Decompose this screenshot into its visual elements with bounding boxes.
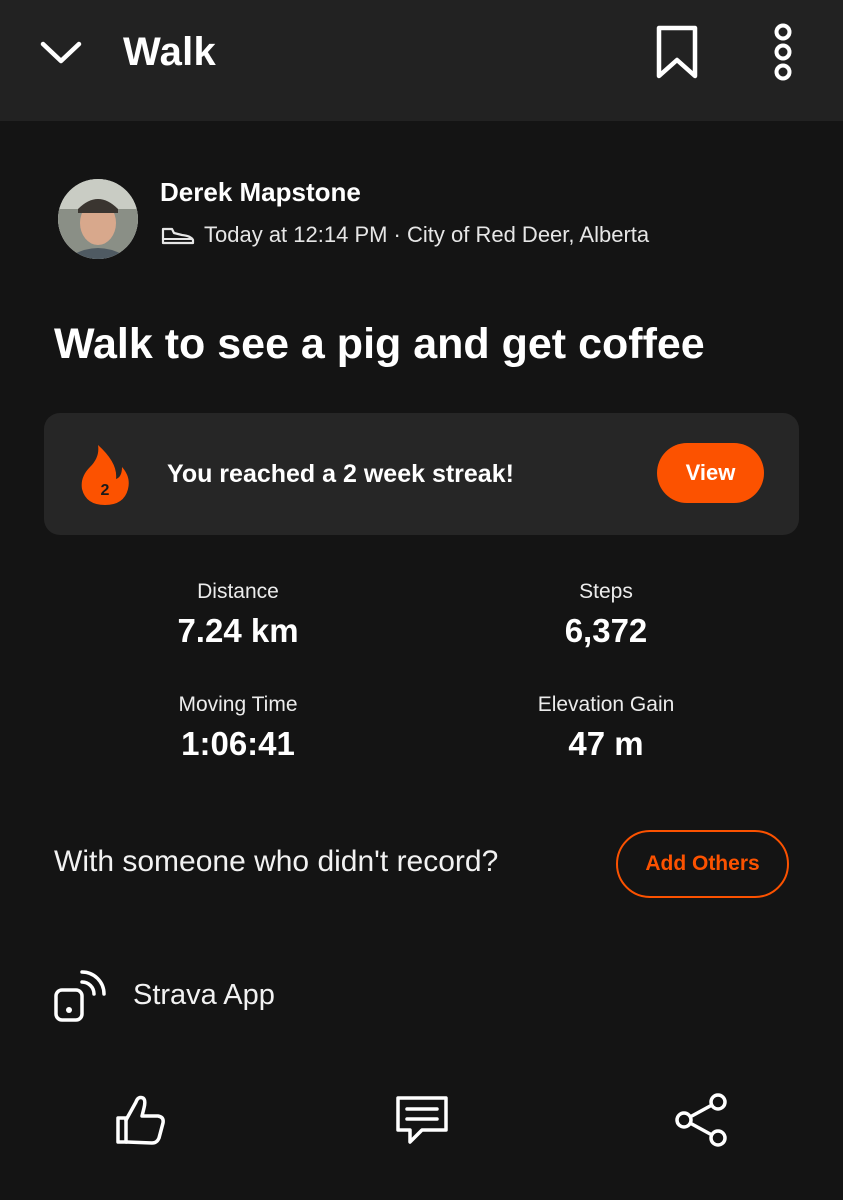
more-vertical-icon[interactable]: [766, 22, 800, 82]
stat-elevation-gain: Elevation Gain 47 m: [436, 693, 776, 763]
kudos-thumbs-up-icon[interactable]: [110, 1090, 170, 1150]
stat-value: 6,372: [564, 612, 648, 649]
shoe-icon: [161, 227, 195, 245]
athlete-name[interactable]: Derek Mapstone: [160, 177, 361, 208]
avatar[interactable]: [58, 179, 138, 259]
stat-label: Distance: [197, 580, 279, 603]
device-name: Strava App: [133, 979, 275, 1011]
page-title: Walk: [123, 30, 217, 74]
stat-value: 7.24 km: [177, 612, 299, 649]
streak-count: 2: [101, 482, 110, 499]
share-icon[interactable]: [672, 1090, 732, 1150]
view-streak-button[interactable]: View: [657, 443, 764, 503]
stat-value: 47 m: [568, 725, 644, 762]
stat-steps: Steps 6,372: [436, 580, 776, 650]
chevron-down-icon[interactable]: [38, 34, 84, 70]
add-others-prompt: With someone who didn't record?: [54, 845, 499, 878]
stat-moving-time: Moving Time 1:06:41: [68, 693, 408, 763]
streak-card: 2 You reached a 2 week streak! View: [44, 413, 799, 535]
activity-meta-text: Today at 12:14 PM · City of Red Deer, Al…: [204, 222, 650, 247]
add-others-button[interactable]: Add Others: [616, 830, 789, 898]
top-app-bar: Walk: [0, 0, 843, 121]
device-signal-icon: [54, 970, 106, 1022]
stat-label: Elevation Gain: [537, 693, 675, 716]
activity-meta: Today at 12:14 PM · City of Red Deer, Al…: [160, 222, 649, 248]
stat-value: 1:06:41: [181, 725, 295, 762]
activity-title: Walk to see a pig and get coffee: [54, 320, 705, 368]
streak-message: You reached a 2 week streak!: [167, 460, 514, 488]
stat-label: Steps: [579, 580, 633, 603]
flame-icon: 2: [81, 445, 129, 505]
stat-distance: Distance 7.24 km: [68, 580, 408, 650]
stat-label: Moving Time: [178, 693, 298, 716]
bookmark-icon[interactable]: [652, 24, 702, 80]
comment-icon[interactable]: [392, 1090, 452, 1150]
